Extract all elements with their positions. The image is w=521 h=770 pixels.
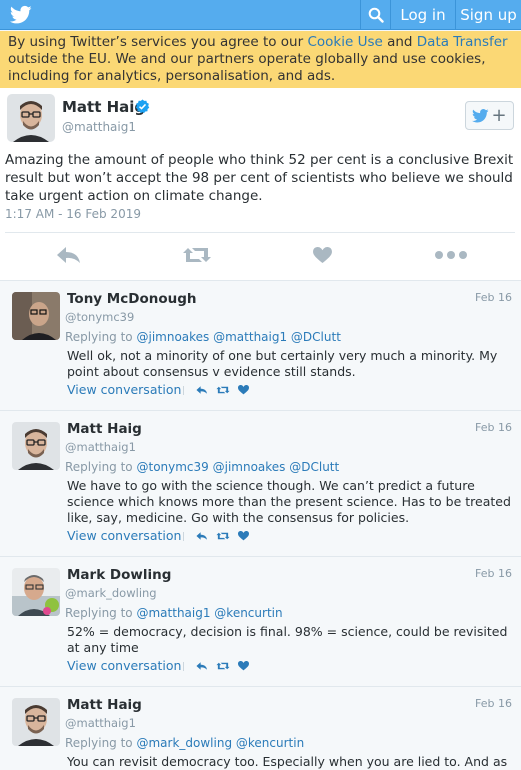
retweet-icon[interactable] — [216, 661, 230, 671]
tweet-text: 52% = democracy, decision is final. 98% … — [67, 624, 508, 655]
retweet-button[interactable] — [182, 243, 212, 267]
reply-icon[interactable] — [196, 661, 208, 671]
author-name[interactable]: Tony McDonough — [67, 291, 197, 307]
like-button[interactable] — [313, 243, 332, 267]
tweet-text: You can revisit democracy too. Especiall… — [67, 754, 508, 769]
twitter-bird-icon — [472, 108, 490, 122]
top-bar: Log in Sign up — [0, 0, 521, 30]
signup-button[interactable]: Sign up — [455, 0, 521, 30]
avatar[interactable] — [12, 698, 60, 746]
reply-button[interactable] — [56, 243, 82, 267]
search-button[interactable] — [360, 0, 390, 30]
divider — [183, 661, 184, 671]
author-name[interactable]: Matt Haig — [67, 421, 142, 437]
replying-to: Replying to @mark_dowling @kencurtin — [65, 736, 305, 750]
reply-icon[interactable] — [196, 385, 208, 395]
data-transfer-link[interactable]: Data Transfer — [417, 34, 508, 50]
cookie-banner: By using Twitter’s services you agree to… — [0, 31, 521, 88]
reply-actions — [183, 385, 249, 395]
author-handle[interactable]: @matthaig1 — [65, 440, 136, 454]
follow-button[interactable]: + — [465, 101, 514, 130]
tweet-date[interactable]: Feb 16 — [475, 567, 512, 580]
cookie-use-link[interactable]: Cookie Use — [307, 34, 382, 50]
author-handle[interactable]: @tonymc39 — [65, 310, 134, 324]
search-icon — [368, 7, 384, 23]
reply-tweet: Matt Haig @matthaig1 Feb 16 Replying to … — [0, 411, 521, 557]
login-button[interactable]: Log in — [390, 0, 455, 30]
twitter-bird-icon[interactable] — [10, 5, 32, 25]
mentions[interactable]: @mark_dowling @kencurtin — [136, 736, 304, 750]
heart-icon[interactable] — [238, 385, 249, 395]
reply-tweet: Mark Dowling @mark_dowling Feb 16 Replyi… — [0, 557, 521, 687]
view-conversation-link[interactable]: View conversation — [67, 658, 181, 673]
divider — [183, 385, 184, 395]
verified-badge-icon — [135, 99, 150, 114]
cookie-text: By using Twitter’s services you agree to… — [8, 34, 308, 50]
tweet-text: We have to go with the science though. W… — [67, 478, 511, 525]
reply-tweet: Matt Haig @matthaig1 Feb 16 Replying to … — [0, 687, 521, 770]
avatar[interactable] — [7, 94, 55, 142]
reply-icon[interactable] — [196, 531, 208, 541]
divider — [183, 531, 184, 541]
replying-to: Replying to @jimnoakes @matthaig1 @DClut… — [65, 330, 341, 344]
replying-to: Replying to @tonymc39 @jimnoakes @DClutt — [65, 460, 340, 474]
tweet-date[interactable]: Feb 16 — [475, 291, 512, 304]
mentions[interactable]: @matthaig1 @kencurtin — [136, 606, 282, 620]
author-handle[interactable]: @mark_dowling — [65, 586, 157, 600]
reply-actions — [183, 531, 249, 541]
retweet-icon — [183, 248, 211, 262]
retweet-icon[interactable] — [216, 531, 230, 541]
author-name[interactable]: Mark Dowling — [67, 567, 171, 583]
author-handle[interactable]: @matthaig1 — [62, 120, 136, 134]
mentions[interactable]: @tonymc39 @jimnoakes @DClutt — [136, 460, 339, 474]
reply-icon — [57, 247, 80, 263]
tweet-text: Well ok, not a minority of one but certa… — [67, 348, 498, 379]
tweet-date[interactable]: Feb 16 — [475, 421, 512, 434]
author-handle[interactable]: @matthaig1 — [65, 716, 136, 730]
avatar[interactable] — [12, 568, 60, 616]
divider — [5, 232, 515, 233]
avatar[interactable] — [12, 422, 60, 470]
main-tweet: Matt Haig @matthaig1 + Amazing the amoun… — [0, 88, 521, 281]
author-name[interactable]: Matt Haig — [62, 98, 145, 116]
retweet-icon[interactable] — [216, 385, 230, 395]
heart-icon — [313, 246, 332, 263]
reply-actions — [183, 661, 249, 671]
tweet-date[interactable]: Feb 16 — [475, 697, 512, 710]
heart-icon[interactable] — [238, 661, 249, 671]
avatar[interactable] — [12, 292, 60, 340]
reply-tweet: Tony McDonough @tonymc39 Feb 16 Replying… — [0, 281, 521, 411]
more-icon — [435, 251, 467, 259]
tweet-text: Amazing the amount of people who think 5… — [5, 152, 514, 204]
view-conversation-link[interactable]: View conversation — [67, 382, 181, 397]
tweet-timestamp[interactable]: 1:17 AM - 16 Feb 2019 — [5, 207, 141, 221]
heart-icon[interactable] — [238, 531, 249, 541]
replying-to: Replying to @matthaig1 @kencurtin — [65, 606, 283, 620]
plus-icon: + — [491, 104, 507, 126]
view-conversation-link[interactable]: View conversation — [67, 528, 181, 543]
mentions[interactable]: @jimnoakes @matthaig1 @DClutt — [136, 330, 340, 344]
cookie-text: and — [382, 34, 417, 50]
cookie-text: outside the EU. We and our partners oper… — [8, 51, 486, 84]
author-name[interactable]: Matt Haig — [67, 697, 142, 713]
more-button[interactable] — [434, 243, 468, 267]
